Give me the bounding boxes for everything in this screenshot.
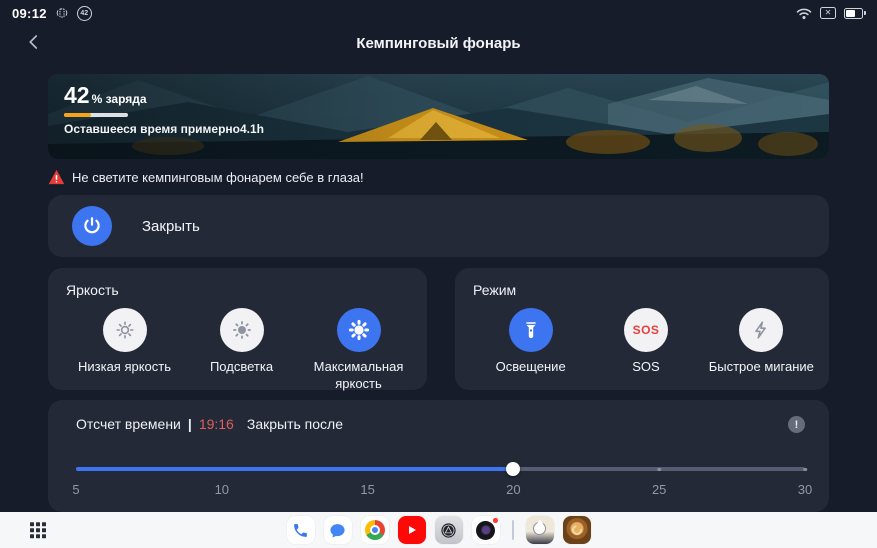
slider-tick-label: 15 [360, 482, 374, 497]
brightness-title: Яркость [66, 282, 417, 298]
timer-card: Отсчет времени | 19:16 Закрыть после ! 5… [48, 400, 829, 512]
charge-progress-fill [64, 113, 91, 117]
battery-icon [844, 8, 863, 19]
flashlight-icon [509, 308, 553, 352]
brightness-option-low[interactable]: Низкая яркость [66, 308, 183, 393]
brightness-card: Яркость Низкая яркость [48, 268, 427, 390]
warning-text: Не светите кемпинговым фонарем себе в гл… [72, 170, 364, 185]
brightness-option-backlight[interactable]: Подсветка [183, 308, 300, 393]
notification-dot [493, 518, 498, 523]
phone-app-icon[interactable] [287, 516, 315, 544]
timer-slider-labels: 5 10 15 20 25 30 [76, 482, 805, 502]
brightness-option-label: Максимальная яркость [300, 359, 417, 393]
timer-slider-fill [76, 467, 513, 471]
app-drawer-button[interactable] [30, 522, 46, 538]
mode-option-label: SOS [632, 359, 659, 376]
power-off-button[interactable] [72, 206, 112, 246]
genshin-app-icon[interactable] [526, 516, 554, 544]
smart-device-app-icon[interactable] [435, 516, 463, 544]
brightness-option-max[interactable]: Максимальная яркость [300, 308, 417, 393]
slider-tick-dot [657, 468, 661, 472]
header: Кемпинговый фонарь [0, 26, 877, 60]
battery-42-badge-icon: 42 [77, 6, 92, 21]
hearthstone-app-icon[interactable] [563, 516, 591, 544]
timer-subtitle: Закрыть после [247, 416, 343, 432]
charge-banner: 42 % заряда Оставшееся время примерно4.1… [48, 74, 829, 159]
youtube-app-icon[interactable] [398, 516, 426, 544]
wifi-icon [796, 7, 812, 20]
chrome-app-icon[interactable] [361, 516, 389, 544]
slider-tick-label: 20 [506, 482, 520, 497]
sos-icon-text: SOS [633, 323, 660, 337]
back-button[interactable] [20, 28, 48, 56]
power-icon [81, 215, 103, 237]
charge-progress-bar [64, 113, 128, 117]
mode-card: Режим Освещение [455, 268, 829, 390]
timer-slider[interactable] [76, 462, 805, 476]
charge-percent-unit: % заряда [92, 92, 147, 106]
power-off-label: Закрыть [142, 218, 200, 235]
brightness-option-label: Подсветка [210, 359, 273, 376]
mode-title: Режим [473, 282, 819, 298]
timer-slider-thumb[interactable] [506, 462, 520, 476]
sun-outline-icon [103, 308, 147, 352]
mode-option-light[interactable]: Освещение [473, 308, 588, 376]
clock: 09:12 [12, 6, 47, 21]
mode-option-label: Освещение [496, 359, 566, 376]
mode-option-label: Быстрое мигание [709, 359, 814, 376]
charge-percent-value: 42 [64, 82, 90, 109]
mode-option-sos[interactable]: SOS SOS [588, 308, 703, 376]
camera-app-icon[interactable] [472, 516, 500, 544]
brightness-option-label: Низкая яркость [78, 359, 171, 376]
timer-title: Отсчет времени [76, 416, 181, 432]
mode-option-blink[interactable]: Быстрое мигание [704, 308, 819, 376]
slider-tick-dot [803, 468, 807, 472]
lightning-icon [739, 308, 783, 352]
sun-bright-icon [337, 308, 381, 352]
dock-divider [512, 520, 514, 540]
page-title: Кемпинговый фонарь [356, 35, 520, 52]
slider-tick-label: 10 [215, 482, 229, 497]
remaining-time-text: Оставшееся время примерно4.1h [64, 122, 264, 136]
vibrate-icon [55, 6, 69, 20]
messages-app-icon[interactable] [324, 516, 352, 544]
status-bar: 09:12 42 ✕ [0, 0, 877, 26]
sun-dim-icon [220, 308, 264, 352]
power-card: Закрыть [48, 195, 829, 257]
timer-info-icon[interactable]: ! [788, 416, 805, 433]
slider-tick-label: 30 [798, 482, 812, 497]
no-sim-icon: ✕ [820, 7, 836, 19]
warning-triangle-icon [48, 169, 65, 185]
screen: 09:12 42 ✕ Кемпинговый фонарь [0, 0, 877, 548]
sos-icon: SOS [624, 308, 668, 352]
slider-tick-label: 5 [72, 482, 79, 497]
slider-tick-label: 25 [652, 482, 666, 497]
timer-countdown-value: 19:16 [199, 416, 234, 432]
dock [0, 512, 877, 548]
warning-row: Не светите кемпинговым фонарем себе в гл… [48, 166, 829, 188]
timer-separator: | [188, 416, 192, 432]
